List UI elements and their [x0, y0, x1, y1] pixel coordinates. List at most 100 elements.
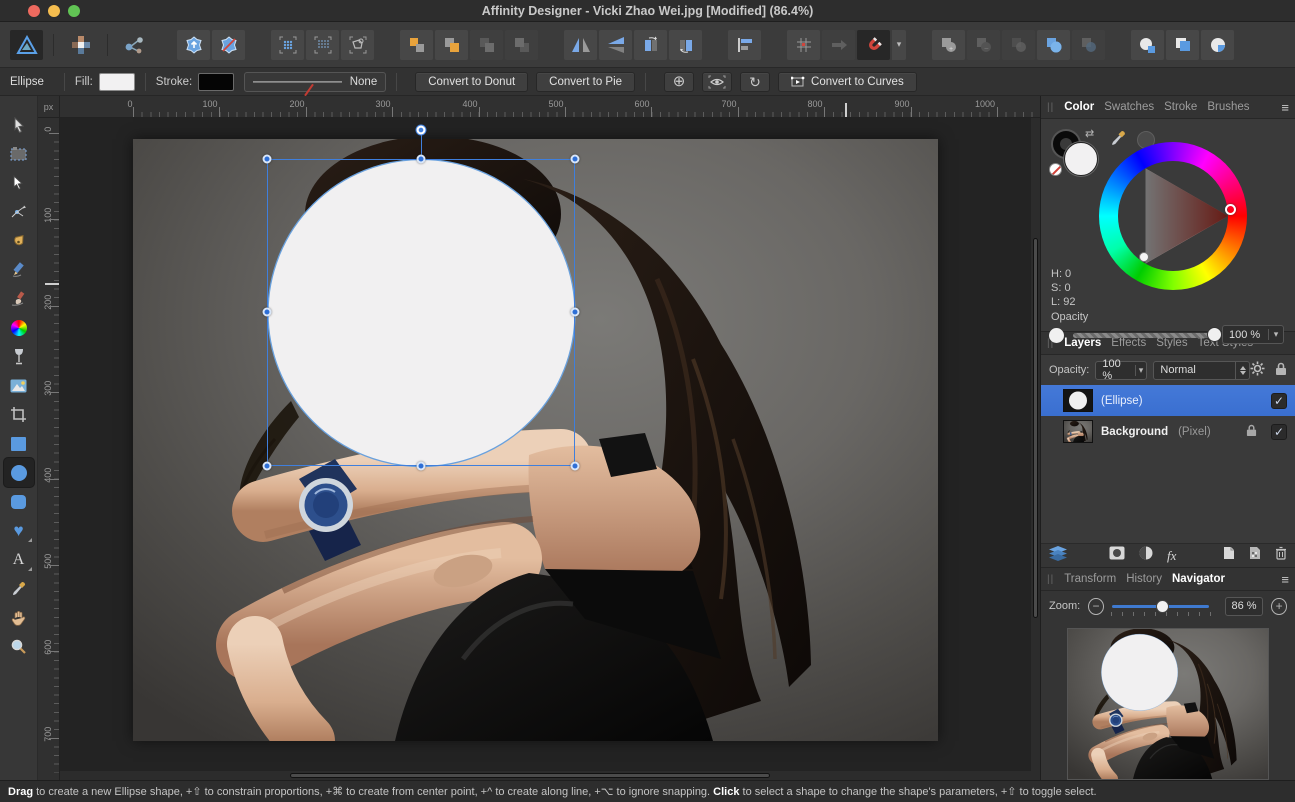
- move-forward-button[interactable]: [400, 30, 433, 60]
- text-tool[interactable]: A: [4, 545, 34, 574]
- boolean-xor-button[interactable]: [1037, 30, 1070, 60]
- show-grid-button[interactable]: [787, 30, 820, 60]
- style-stroke-button[interactable]: [1166, 30, 1199, 60]
- rotate-cw-button[interactable]: [669, 30, 702, 60]
- add-pixel-layer-button[interactable]: [1249, 546, 1261, 565]
- artboard-tool[interactable]: [4, 139, 34, 168]
- layer-settings-button[interactable]: [1250, 361, 1265, 379]
- style-fill-button[interactable]: [1131, 30, 1164, 60]
- pencil-tool[interactable]: [4, 255, 34, 284]
- zoom-value[interactable]: 86 %: [1225, 597, 1264, 616]
- boolean-add-button[interactable]: +: [932, 30, 965, 60]
- transparency-tool[interactable]: [4, 342, 34, 371]
- close-button[interactable]: [28, 5, 40, 17]
- layer-effects-button[interactable]: fx: [1167, 548, 1176, 564]
- convert-to-donut-button[interactable]: Convert to Donut: [415, 72, 528, 92]
- layers-stack-button[interactable]: [1049, 546, 1067, 566]
- resize-handle-nw[interactable]: [263, 155, 272, 164]
- tab-brushes[interactable]: Brushes: [1207, 101, 1249, 113]
- zoom-in-button[interactable]: +: [1271, 598, 1287, 615]
- pen-tool[interactable]: [4, 226, 34, 255]
- zoom-slider-thumb[interactable]: [1156, 600, 1169, 613]
- layer-row-background[interactable]: Background (Pixel) ✓: [1041, 416, 1295, 447]
- tab-color[interactable]: Color: [1064, 101, 1094, 113]
- place-image-tool[interactable]: [4, 371, 34, 400]
- no-fill-icon[interactable]: [1049, 163, 1062, 176]
- panel-menu-icon[interactable]: ≡: [1281, 572, 1289, 587]
- resize-handle-sw[interactable]: [263, 462, 272, 471]
- delete-layer-button[interactable]: [1275, 546, 1287, 565]
- zoom-slider-track[interactable]: [1112, 605, 1209, 608]
- zoom-tool[interactable]: [4, 632, 34, 661]
- convert-to-pie-button[interactable]: Convert to Pie: [536, 72, 635, 92]
- panel-menu-icon[interactable]: ≡: [1281, 100, 1289, 115]
- fill-swatch[interactable]: [99, 73, 135, 91]
- hsl-triangle[interactable]: [1118, 161, 1228, 271]
- snapping-options-caret[interactable]: ▾: [892, 30, 906, 60]
- color-picker-tool[interactable]: [4, 574, 34, 603]
- vector-brush-tool[interactable]: [4, 284, 34, 313]
- move-origin-button[interactable]: ⊕: [664, 72, 694, 92]
- move-tool[interactable]: [4, 110, 34, 139]
- layer-row-ellipse[interactable]: (Ellipse) ✓: [1041, 385, 1295, 416]
- move-to-back-button[interactable]: [505, 30, 538, 60]
- tab-swatches[interactable]: Swatches: [1104, 101, 1154, 113]
- panel-grip[interactable]: ||: [1047, 574, 1054, 585]
- layer-lock-button[interactable]: [1275, 362, 1287, 379]
- export-persona-button[interactable]: [118, 30, 151, 60]
- style-pie-button[interactable]: [1201, 30, 1234, 60]
- blend-mode-dropdown[interactable]: Normal: [1153, 361, 1250, 380]
- alignment-button[interactable]: [728, 30, 761, 60]
- view-tool[interactable]: [4, 603, 34, 632]
- tab-history[interactable]: History: [1126, 573, 1162, 585]
- ruler-units[interactable]: px: [38, 96, 60, 118]
- move-backward-button[interactable]: [435, 30, 468, 60]
- crop-tool[interactable]: [4, 400, 34, 429]
- rotate-ccw-button[interactable]: [634, 30, 667, 60]
- hue-selector[interactable]: [1225, 204, 1236, 215]
- move-by-whole-pixels-button[interactable]: [822, 30, 855, 60]
- shape-tool[interactable]: ♥: [4, 516, 34, 545]
- tab-transform[interactable]: Transform: [1064, 573, 1116, 585]
- canvas-area[interactable]: [60, 118, 1040, 780]
- layer-visibility-checkbox[interactable]: ✓: [1271, 424, 1287, 440]
- minimize-button[interactable]: [48, 5, 60, 17]
- tab-stroke[interactable]: Stroke: [1164, 101, 1197, 113]
- vertical-scrollbar[interactable]: [1031, 118, 1040, 780]
- boolean-intersect-button[interactable]: [1002, 30, 1035, 60]
- convert-to-curves-button[interactable]: Convert to Curves: [778, 72, 917, 92]
- color-picker-icon[interactable]: [1111, 130, 1126, 151]
- flip-horizontal-button[interactable]: [564, 30, 597, 60]
- opacity-slider-knob[interactable]: [1207, 327, 1222, 342]
- layer-visibility-checkbox[interactable]: ✓: [1271, 393, 1287, 409]
- resize-handle-ne[interactable]: [571, 155, 580, 164]
- resize-handle-w[interactable]: [263, 308, 272, 317]
- move-to-front-button[interactable]: [470, 30, 503, 60]
- pixel-persona-button[interactable]: [64, 30, 97, 60]
- resize-handle-n[interactable]: [417, 155, 426, 164]
- mask-layer-button[interactable]: [1109, 546, 1125, 565]
- rotation-handle[interactable]: [416, 125, 427, 136]
- adjustment-layer-button[interactable]: [1139, 546, 1153, 565]
- h-scroll-thumb[interactable]: [290, 773, 770, 778]
- insert-inside-button[interactable]: [177, 30, 210, 60]
- ellipse-tool[interactable]: [4, 458, 34, 487]
- rectangle-tool[interactable]: [4, 429, 34, 458]
- navigator-preview[interactable]: [1068, 629, 1268, 779]
- fill-stroke-selector[interactable]: ⇄: [1051, 129, 1105, 179]
- resize-handle-se[interactable]: [571, 462, 580, 471]
- horizontal-scrollbar[interactable]: [60, 771, 1040, 780]
- panel-grip[interactable]: ||: [1047, 102, 1054, 113]
- resize-handle-e[interactable]: [571, 308, 580, 317]
- layer-opacity-dropdown[interactable]: 100 % ▾: [1095, 361, 1147, 380]
- zoom-out-button[interactable]: −: [1088, 598, 1104, 615]
- snap-to-pixels-toggle[interactable]: [306, 30, 339, 60]
- v-scroll-thumb[interactable]: [1033, 238, 1038, 618]
- stroke-swatch[interactable]: [198, 73, 234, 91]
- snap-to-grid-toggle[interactable]: [271, 30, 304, 60]
- resize-handle-s[interactable]: [417, 462, 426, 471]
- node-tool[interactable]: [4, 168, 34, 197]
- color-wheel[interactable]: [1099, 142, 1247, 290]
- fill-tool[interactable]: [4, 313, 34, 342]
- transform-objects-toggle[interactable]: [341, 30, 374, 60]
